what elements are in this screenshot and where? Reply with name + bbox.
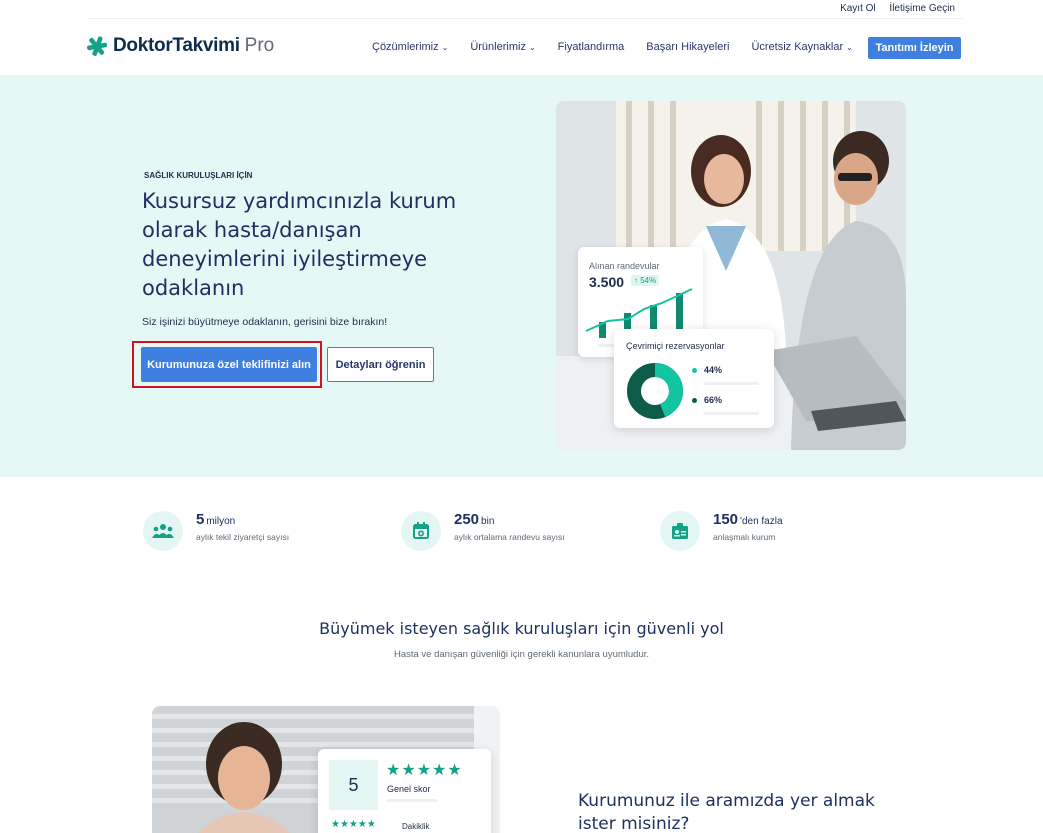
nav-item-success-stories[interactable]: Başarı Hikayeleri: [646, 41, 729, 53]
rating-stars-small: ★★★★★: [331, 819, 376, 830]
online-bookings-title: Çevrimiçi rezervasyonlar: [626, 341, 725, 351]
nav-item-solutions[interactable]: Çözümlerimiz ⌄: [372, 41, 448, 53]
asterisk-logo-icon: [87, 36, 108, 56]
stat-unit: bin: [481, 516, 495, 527]
brand-suffix: Pro: [244, 35, 275, 56]
hero-eyebrow: SAĞLIK KURULUŞLARI İÇİN: [144, 171, 253, 180]
stat-unit: 'den fazla: [740, 516, 783, 527]
stat-description: aylık tekil ziyaretçi sayısı: [196, 532, 290, 542]
placeholder-line: [704, 412, 759, 415]
stat-appointments: 250 bin aylık ortalama randevu sayısı: [401, 511, 565, 551]
chevron-down-icon: ⌄: [441, 42, 449, 52]
hero-subline: Siz işinizi büyütmeye odaklanın, gerisin…: [142, 316, 388, 328]
hero-headline: Kusursuz yardımcınızla kurum olarak hast…: [142, 189, 457, 300]
nav-menu: Çözümlerimiz ⌄ Ürünlerimiz ⌄ Fiyatlandır…: [372, 41, 875, 53]
logo[interactable]: DoktorTakvimi Pro: [86, 35, 274, 57]
stat-description: aylık ortalama randevu sayısı: [454, 532, 565, 542]
section-subtitle: Hasta ve danışan güvenliği için gerekli …: [393, 649, 650, 660]
calendar-icon: [401, 511, 441, 551]
score-card: 5 ★★★★★ Genel skor ★★★★★ Dakiklik: [318, 749, 491, 833]
donut-chart: [627, 363, 683, 419]
legend-label: 66%: [704, 395, 723, 405]
online-bookings-card: Çevrimiçi rezervasyonlar 44% 66%: [614, 329, 774, 428]
watch-demo-button[interactable]: Tanıtımı İzleyin: [868, 37, 961, 59]
nav-item-label: Ücretsiz Kaynaklar: [751, 41, 844, 53]
main-navigation: DoktorTakvimi Pro Çözümlerimiz ⌄ Ürünler…: [0, 19, 1043, 75]
placeholder-line: [704, 382, 759, 385]
stat-unit: milyon: [206, 516, 236, 527]
badge-icon: [660, 511, 700, 551]
nav-item-free-resources[interactable]: Ücretsiz Kaynaklar ⌄: [751, 41, 852, 53]
nav-item-label: Çözümlerimiz: [372, 41, 439, 53]
legend-label: 44%: [704, 365, 723, 375]
nav-item-pricing[interactable]: Fiyatlandırma: [558, 41, 625, 53]
get-offer-button[interactable]: Kurumunuza özel teklifinizi alın: [141, 347, 317, 382]
stat-value: 5: [196, 511, 205, 528]
utility-links: Kayıt Ol İletişime Geçin: [829, 3, 955, 14]
stat-description: anlaşmalı kurum: [713, 532, 776, 542]
legend-dot: [692, 397, 697, 403]
learn-details-button[interactable]: Detayları öğrenin: [327, 347, 434, 382]
score-value: 5: [329, 760, 378, 810]
legend-item: 44%: [692, 365, 722, 375]
stat-institutions: 150'den fazla anlaşmalı kurum: [660, 511, 783, 551]
chevron-down-icon: ⌄: [846, 42, 853, 52]
score-sub-label: Dakiklik: [402, 822, 430, 831]
nav-item-label: Başarı Hikayeleri: [646, 41, 730, 53]
join-heading: Kurumunuz ile aramızda yer almak ister m…: [578, 791, 875, 833]
section-title: Büyümek isteyen sağlık kuruluşları için …: [319, 619, 724, 638]
nav-item-products[interactable]: Ürünlerimiz ⌄: [470, 41, 535, 53]
stat-value: 250: [454, 511, 480, 528]
hero-section: SAĞLIK KURULUŞLARI İÇİN Kusursuz yardımc…: [0, 75, 1043, 477]
users-icon: [143, 511, 183, 551]
stat-visitors: 5 milyon aylık tekil ziyaretçi sayısı: [143, 511, 289, 551]
stat-value: 150: [713, 511, 739, 528]
score-label: Genel skor: [387, 784, 431, 794]
top-utility-bar: Kayıt Ol İletişime Geçin: [88, 0, 963, 19]
contact-link[interactable]: İletişime Geçin: [889, 3, 955, 14]
chevron-down-icon: ⌄: [528, 42, 536, 52]
rating-stars: ★★★★★: [386, 762, 463, 779]
legend-dot: [692, 367, 697, 373]
legend-item: 66%: [692, 395, 722, 405]
nav-item-label: Fiyatlandırma: [557, 41, 625, 53]
brand-name: DoktorTakvimi: [113, 35, 240, 56]
nav-item-label: Ürünlerimiz: [470, 41, 526, 53]
signup-link[interactable]: Kayıt Ol: [840, 3, 876, 14]
placeholder-line: [387, 799, 437, 802]
